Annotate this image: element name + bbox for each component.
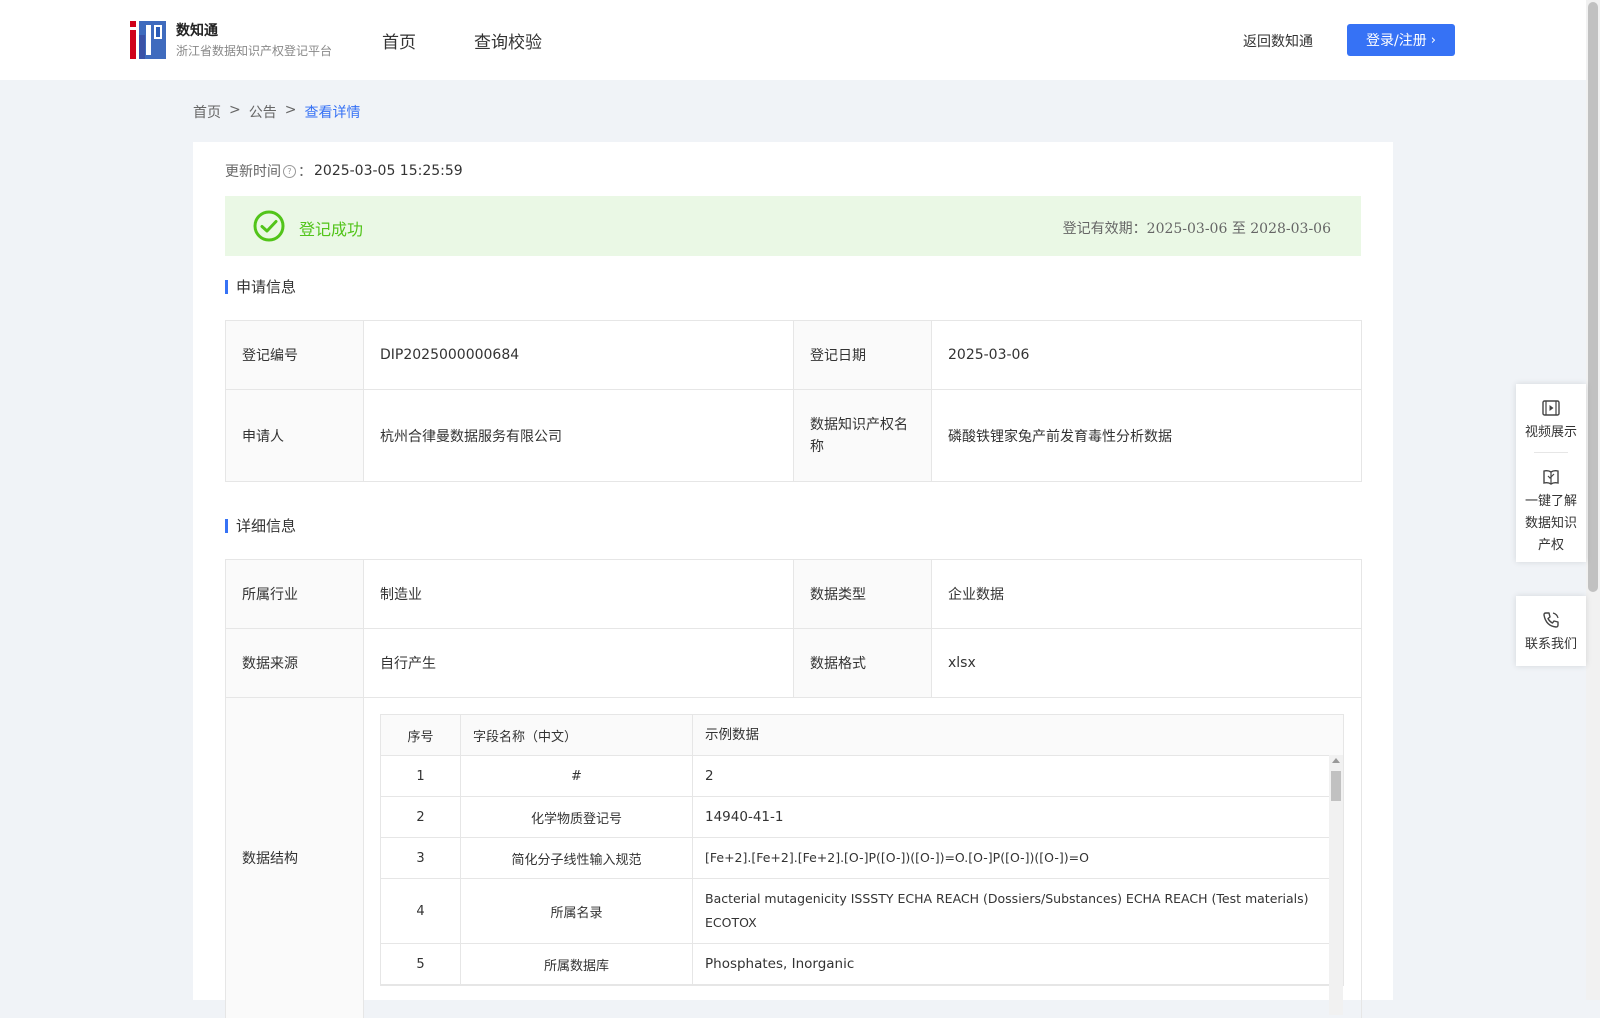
video-icon (1542, 400, 1560, 416)
field-value: xlsx (932, 629, 1362, 698)
field-label: 申请人 (226, 390, 364, 482)
phone-icon (1543, 612, 1559, 628)
table-row: 1 # 2 (381, 756, 1343, 797)
contact-us-button[interactable]: 联系我们 (1516, 596, 1586, 656)
section-title-apply: 申请信息 (225, 280, 296, 295)
structure-table-header: 序号 字段名称（中文） 示例数据 (381, 715, 1343, 756)
login-register-label: 登录/注册 (1366, 33, 1427, 49)
back-to-shuzhitong-link[interactable]: 返回数知通 (1243, 31, 1313, 51)
column-header: 字段名称（中文） (461, 715, 693, 755)
field-label: 数据类型 (794, 560, 932, 629)
cell-field-name: # (461, 756, 693, 796)
contact-us-label: 联系我们 (1524, 637, 1577, 652)
table-row: 4 所属名录 Bacterial mutagenicity ISSSTY ECH… (381, 879, 1343, 944)
cell-index: 3 (381, 838, 461, 878)
cell-field-name: 所属数据库 (461, 944, 693, 984)
column-header: 示例数据 (705, 727, 759, 743)
field-label: 数据格式 (794, 629, 932, 698)
field-value: 制造业 (364, 560, 794, 629)
floating-panel: 视频展示 一键了解数据知识产权 (1516, 384, 1586, 562)
breadcrumb: 首页 > 公告 > 查看详情 (193, 102, 360, 122)
book-icon (1543, 469, 1559, 485)
update-time-sep: ： (298, 164, 312, 180)
logo-icon (130, 21, 166, 59)
table-row: 所属行业 制造业 数据类型 企业数据 (226, 560, 1362, 629)
page-scrollbar[interactable] (1586, 0, 1600, 1000)
status-text: 登记成功 (299, 220, 364, 239)
table-row: 2 化学物质登记号 14940-41-1 (381, 797, 1343, 838)
breadcrumb-announcement[interactable]: 公告 (249, 102, 277, 122)
section-title-detail: 详细信息 (225, 519, 296, 534)
validity-period: 登记有效期：2025-03-06 至 2028-03-06 (1062, 221, 1331, 237)
data-structure-row: 数据结构 序号 字段名称（中文） 示例数据 1 # 2 2 化学物质登记号 14… (226, 698, 1362, 1018)
learn-ip-button[interactable]: 一键了解数据知识产权 (1516, 453, 1586, 557)
field-value: 自行产生 (364, 629, 794, 698)
field-label: 登记日期 (794, 321, 932, 390)
chevron-right-icon: › (1430, 32, 1436, 48)
field-label: 数据知识产权名称 (794, 390, 932, 482)
video-showcase-button[interactable]: 视频展示 (1516, 384, 1586, 444)
breadcrumb-separator: > (229, 102, 241, 118)
page-scrollbar-thumb[interactable] (1588, 2, 1598, 592)
table-row: 3 简化分子线性输入规范 [Fe+2].[Fe+2].[Fe+2].[O-]P(… (381, 838, 1343, 879)
brand-name: 数知通 (176, 23, 218, 39)
contact-panel: 联系我们 (1516, 596, 1586, 666)
login-register-button[interactable]: 登录/注册 › (1347, 24, 1455, 56)
breadcrumb-home[interactable]: 首页 (193, 102, 221, 122)
field-value: 2025-03-06 (932, 321, 1362, 390)
field-label: 登记编号 (226, 321, 364, 390)
breadcrumb-current: 查看详情 (304, 105, 361, 121)
cell-sample: Phosphates, Inorganic (705, 956, 855, 972)
field-label: 数据来源 (226, 629, 364, 698)
cell-index: 1 (381, 756, 461, 796)
cell-sample: [Fe+2].[Fe+2].[Fe+2].[O-]P([O-])([O-])=O… (705, 850, 1089, 865)
field-value: DIP2025000000684 (364, 321, 794, 390)
cell-index: 4 (381, 879, 461, 943)
detail-card: 更新时间 ? ： 2025-03-05 15:25:59 登记成功 登记有效期：… (193, 142, 1393, 1018)
cell-sample: 2 (705, 768, 714, 784)
breadcrumb-separator: > (284, 102, 297, 118)
table-row: 登记编号 DIP2025000000684 登记日期 2025-03-06 (226, 321, 1362, 390)
cell-sample: 14940-41-1 (705, 809, 784, 825)
cell-field-name: 化学物质登记号 (461, 797, 693, 837)
field-value: 企业数据 (932, 560, 1362, 629)
cell-field-name: 所属名录 (461, 879, 693, 943)
cell-sample: Bacterial mutagenicity ISSSTY ECHA REACH… (705, 891, 1309, 930)
check-circle-icon (253, 210, 285, 242)
field-label: 所属行业 (226, 560, 364, 629)
table-row: 申请人 杭州合律曼数据服务有限公司 数据知识产权名称 磷酸铁锂家兔产前发育毒性分… (226, 390, 1362, 482)
cell-index: 2 (381, 797, 461, 837)
learn-ip-label: 一键了解数据知识产权 (1524, 494, 1577, 553)
apply-info-table: 登记编号 DIP2025000000684 登记日期 2025-03-06 申请… (225, 320, 1362, 482)
detail-info-table: 所属行业 制造业 数据类型 企业数据 数据来源 自行产生 数据格式 xlsx 数… (225, 559, 1362, 1018)
structure-table: 序号 字段名称（中文） 示例数据 1 # 2 2 化学物质登记号 14940-4… (380, 714, 1344, 1015)
structure-table-scroll-thumb[interactable] (1331, 771, 1341, 801)
table-row: 数据来源 自行产生 数据格式 xlsx (226, 629, 1362, 698)
update-time: 更新时间 ? ： 2025-03-05 15:25:59 (225, 161, 463, 181)
nav-query-verify[interactable]: 查询校验 (474, 28, 542, 53)
help-icon[interactable]: ? (283, 164, 296, 178)
cell-field-name: 简化分子线性输入规范 (461, 838, 693, 878)
field-label: 数据结构 (226, 698, 364, 1018)
table-row: 5 所属数据库 Phosphates, Inorganic (381, 944, 1343, 985)
field-value: 杭州合律曼数据服务有限公司 (364, 390, 794, 482)
structure-table-scrollbar[interactable] (1329, 755, 1343, 1015)
brand-subtitle: 浙江省数据知识产权登记平台 (176, 44, 333, 58)
top-header: 数知通 浙江省数据知识产权登记平台 首页 查询校验 返回数知通 登录/注册 › (0, 0, 1586, 80)
column-header: 序号 (381, 715, 461, 755)
data-structure-body: 序号 字段名称（中文） 示例数据 1 # 2 2 化学物质登记号 14940-4… (364, 698, 1362, 1018)
nav-home[interactable]: 首页 (382, 28, 416, 53)
field-value: 磷酸铁锂家兔产前发育毒性分析数据 (932, 390, 1362, 482)
update-time-value: 2025-03-05 15:25:59 (314, 163, 463, 179)
update-time-label: 更新时间 (225, 164, 281, 180)
video-showcase-label: 视频展示 (1524, 425, 1577, 440)
status-banner: 登记成功 登记有效期：2025-03-06 至 2028-03-06 (225, 196, 1361, 256)
scroll-up-arrow-icon[interactable] (1332, 758, 1340, 763)
cell-index: 5 (381, 944, 461, 984)
